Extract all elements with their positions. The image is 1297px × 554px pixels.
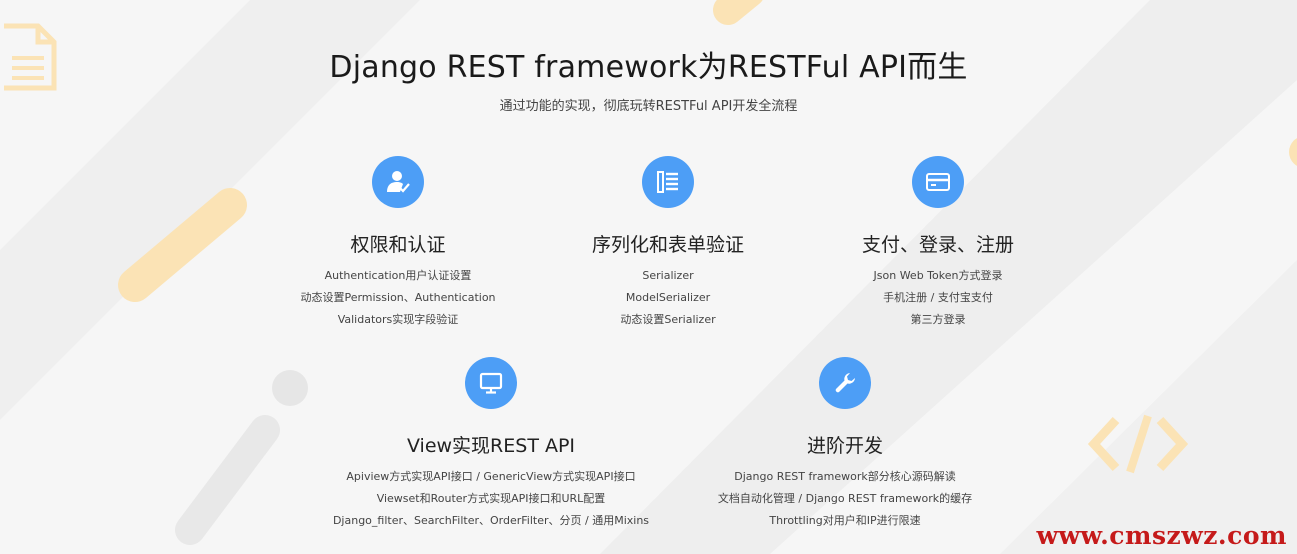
page-subtitle: 通过功能的实现，彻底玩转RESTFul API开发全流程 bbox=[499, 99, 798, 114]
card-icon bbox=[926, 173, 950, 191]
feature-view-api: View实现REST API Apiview方式实现API接口 / Generi… bbox=[311, 357, 671, 532]
feature-icon-circle bbox=[372, 156, 424, 208]
feature-list: Apiview方式实现API接口 / GenericView方式实现API接口 … bbox=[311, 466, 671, 532]
feature-title: 进阶开发 bbox=[806, 435, 883, 457]
page-title: Django REST framework为RESTFul API而生 bbox=[329, 50, 968, 85]
feature-title: View实现REST API bbox=[406, 435, 576, 457]
feature-icon-circle bbox=[642, 156, 694, 208]
feature-payment: 支付、登录、注册 Json Web Token方式登录 手机注册 / 支付宝支付… bbox=[758, 156, 1118, 331]
list-item: Throttling对用户和IP进行限速 bbox=[769, 514, 921, 527]
list-item: Django_filter、SearchFilter、OrderFilter、分… bbox=[332, 514, 650, 527]
list-icon bbox=[657, 171, 678, 193]
user-check-icon bbox=[387, 171, 410, 193]
list-item: 手机注册 / 支付宝支付 bbox=[883, 291, 993, 304]
wrench-icon bbox=[835, 373, 855, 393]
feature-advanced: 进阶开发 Django REST framework部分核心源码解读 文档自动化… bbox=[665, 357, 1025, 532]
code-brackets-decor-icon bbox=[1088, 414, 1188, 474]
feature-icon-circle bbox=[912, 156, 964, 208]
list-item: Json Web Token方式登录 bbox=[873, 269, 1003, 282]
feature-list: Json Web Token方式登录 手机注册 / 支付宝支付 第三方登录 bbox=[758, 265, 1118, 331]
feature-list: Django REST framework部分核心源码解读 文档自动化管理 / … bbox=[665, 466, 1025, 532]
feature-icon-circle bbox=[465, 357, 517, 409]
list-item: 文档自动化管理 / Django REST framework的缓存 bbox=[717, 492, 973, 505]
monitor-icon bbox=[479, 372, 503, 394]
list-item: Viewset和Router方式实现API接口和URL配置 bbox=[376, 492, 606, 505]
list-item: 第三方登录 bbox=[910, 313, 966, 326]
list-item: Django REST framework部分核心源码解读 bbox=[734, 470, 956, 483]
feature-title: 支付、登录、注册 bbox=[861, 234, 1014, 256]
site-watermark: www.cmszwz.com bbox=[1036, 521, 1287, 550]
list-item: Apiview方式实现API接口 / GenericView方式实现API接口 bbox=[346, 470, 636, 483]
feature-icon-circle bbox=[819, 357, 871, 409]
